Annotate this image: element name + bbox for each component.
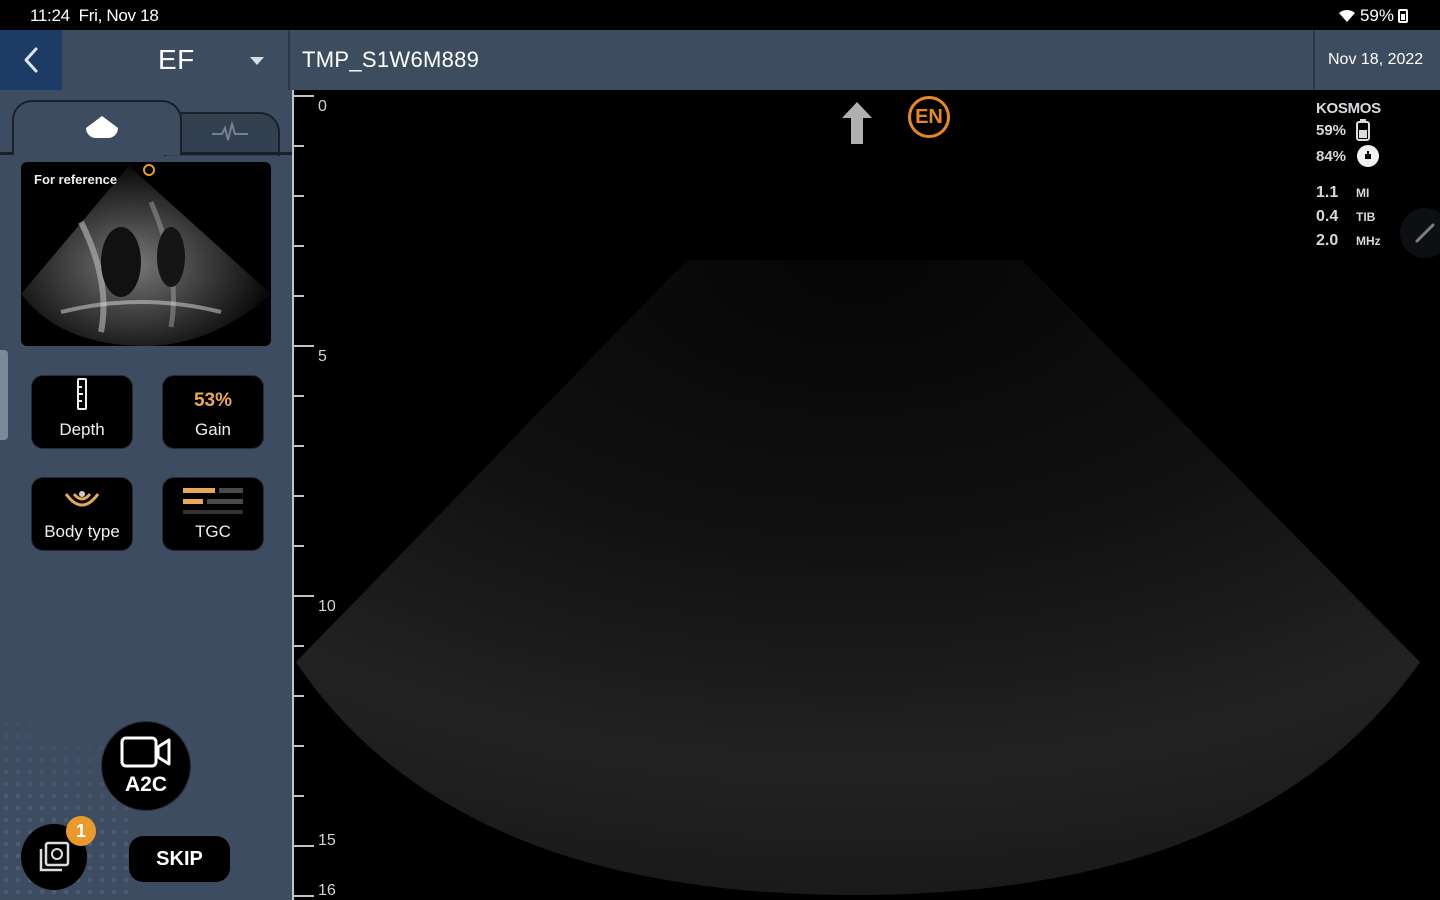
body-type-label: Body type: [44, 522, 120, 541]
back-button[interactable]: [0, 30, 62, 90]
param-value: 0.4: [1316, 208, 1339, 225]
depth-tick: [292, 845, 314, 847]
record-clip-button[interactable]: A2C: [101, 721, 191, 811]
status-bar: 11:24 Fri, Nov 18 59%: [0, 0, 1440, 30]
gallery-count-badge: 1: [66, 816, 96, 846]
exam-mode-dropdown[interactable]: EF: [62, 30, 288, 90]
view-label: A2C: [124, 773, 167, 796]
patient-id[interactable]: TMP_S1W6M889: [302, 47, 479, 73]
video-camera-icon: [120, 736, 171, 768]
body-type-button[interactable]: Body type: [31, 477, 133, 551]
app-header: EF TMP_S1W6M889 Nov 18, 2022: [0, 30, 1440, 90]
depth-tick: [292, 395, 304, 397]
probe-orientation-icon: [842, 102, 872, 144]
depth-tick: [292, 345, 314, 347]
reference-image-card[interactable]: For reference: [21, 162, 271, 346]
depth-tick: [292, 595, 314, 597]
ecg-icon: [212, 120, 248, 141]
depth-label: 5: [318, 348, 327, 365]
panel-scroll-indicator[interactable]: [0, 350, 8, 440]
param-value: 2.0: [1316, 232, 1339, 249]
param-unit: MHz: [1356, 234, 1381, 248]
control-panel: For reference Depth 53% Gain Body type T…: [0, 90, 292, 900]
tgc-button[interactable]: TGC: [162, 477, 264, 551]
depth-scale: 0 5 10 15 16: [292, 90, 352, 900]
param-unit: MI: [1356, 186, 1370, 200]
ultrasound-image-area[interactable]: 0 5 10 15 16 EN KOSMOS 59% 84% 1.1 MI 0.…: [292, 90, 1440, 900]
probe-battery-value: 59%: [1316, 121, 1347, 139]
device-name: KOSMOS: [1316, 100, 1381, 117]
depth-tick: [292, 745, 304, 747]
depth-tick: [292, 645, 304, 647]
depth-label: 15: [318, 832, 336, 849]
exam-date: Nov 18, 2022: [1328, 51, 1424, 68]
header-divider: [1313, 30, 1315, 90]
status-indicators: 59%: [1338, 6, 1408, 26]
reference-echo-image: [21, 166, 271, 346]
orientation-dot-icon: [143, 164, 155, 176]
gain-label: Gain: [195, 420, 231, 439]
exam-mode-label: EF: [158, 44, 195, 75]
tablet-battery-row: 84%: [1316, 143, 1426, 169]
tgc-sliders-icon: [183, 488, 243, 514]
caret-down-icon: [250, 57, 264, 65]
depth-tick: [292, 245, 304, 247]
en-logo-icon: EN: [908, 96, 950, 138]
depth-tick: [292, 145, 304, 147]
probe-battery-icon: [1356, 119, 1370, 141]
header-divider: [288, 30, 290, 90]
status-clock: 11:24: [30, 6, 70, 25]
status-date: Fri, Nov 18: [78, 6, 159, 25]
gallery-icon: [39, 841, 70, 872]
depth-label: 10: [318, 598, 336, 615]
battery-icon: [1398, 9, 1408, 23]
chevron-left-icon: [24, 47, 38, 73]
gain-button[interactable]: 53% Gain: [162, 375, 264, 449]
pencil-icon: [1415, 223, 1435, 243]
tablet-battery-value: 84%: [1316, 147, 1347, 165]
param-unit: TIB: [1356, 210, 1376, 224]
reference-label: For reference: [34, 172, 118, 187]
depth-tick: [292, 445, 304, 447]
gain-value: 53%: [193, 390, 233, 411]
depth-tick: [292, 545, 304, 547]
depth-button[interactable]: Depth: [31, 375, 133, 449]
depth-tick: [292, 695, 304, 697]
status-time: 11:24 Fri, Nov 18: [30, 6, 159, 26]
skip-button[interactable]: SKIP: [129, 836, 230, 882]
ruler-icon: [77, 378, 87, 410]
depth-label: 0: [318, 98, 327, 115]
param-row-mi: 1.1 MI: [1316, 181, 1426, 205]
panel-tabs: [0, 100, 292, 156]
depth-label: Depth: [59, 420, 105, 439]
depth-tick: [292, 195, 304, 197]
param-value: 1.1: [1316, 184, 1339, 201]
body-type-icon: [64, 491, 100, 507]
tgc-label: TGC: [195, 522, 231, 541]
tab-image[interactable]: [12, 100, 182, 155]
probe-battery-row: 59%: [1316, 117, 1426, 143]
image-mode-icon: [86, 116, 118, 138]
depth-tick: [292, 895, 314, 897]
depth-tick: [292, 795, 304, 797]
depth-tick: [292, 495, 304, 497]
tablet-battery-icon: [1357, 145, 1379, 167]
depth-tick: [292, 95, 314, 97]
wifi-icon: [1338, 9, 1355, 22]
depth-label: 16: [318, 882, 336, 899]
battery-percent: 59%: [1359, 6, 1394, 25]
ultrasound-sector: [296, 260, 1420, 895]
depth-tick: [292, 295, 304, 297]
